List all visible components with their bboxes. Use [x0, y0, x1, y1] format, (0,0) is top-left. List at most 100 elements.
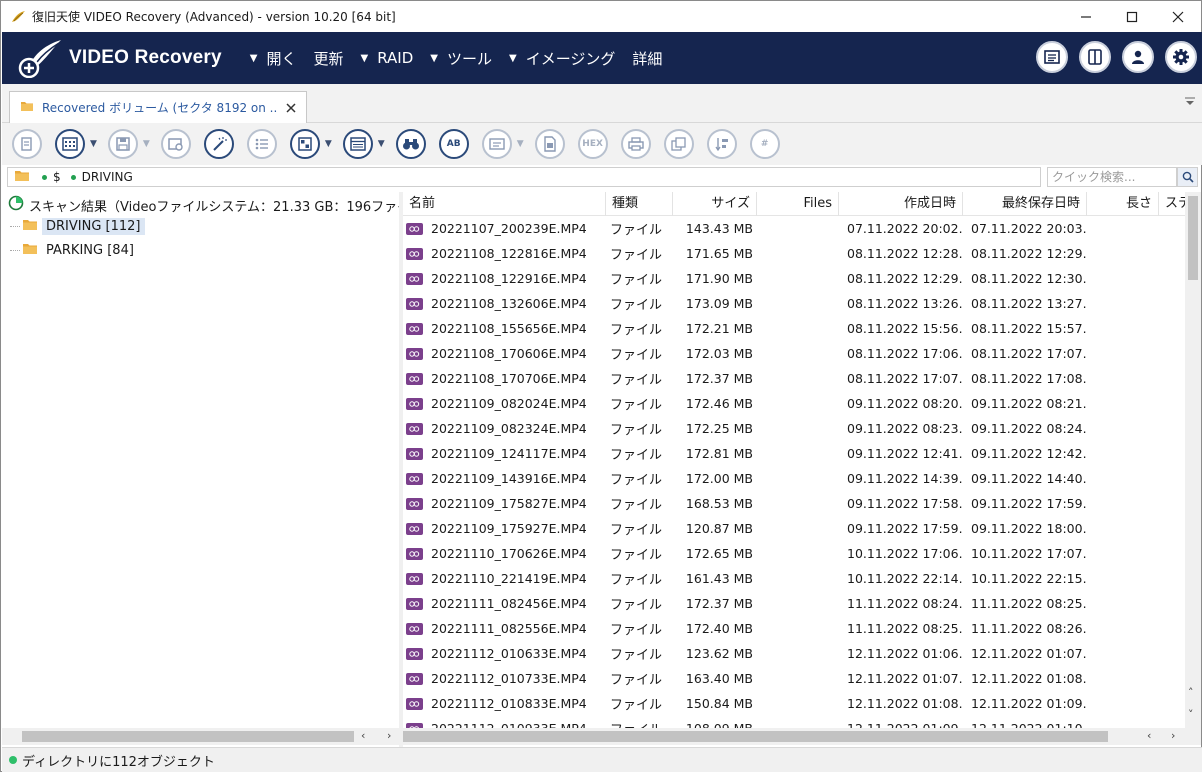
file-size: 143.43 MB [685, 221, 753, 236]
file-name-cell: 20221108_170606E.MP4 [403, 346, 606, 361]
quick-search-input[interactable]: クイック検索... [1047, 167, 1177, 187]
column-header-modified[interactable]: 最終保存日時 [963, 192, 1087, 216]
tree-item-parking[interactable]: PARKING [84] [10, 242, 138, 259]
file-name-cell: 20221109_175927E.MP4 [403, 521, 606, 536]
search-icon[interactable] [1177, 167, 1198, 187]
list-view-icon[interactable] [246, 129, 277, 159]
maximize-button[interactable] [1109, 1, 1155, 32]
hash-icon[interactable]: # [749, 129, 780, 159]
file-type: ファイル [610, 523, 663, 538]
table-row[interactable]: 20221108_132606E.MP4 ファイル 173.09 MB 08.11.2… [403, 291, 1185, 316]
column-header-status[interactable]: ステ [1159, 192, 1185, 216]
column-header-name[interactable]: 名前 [403, 192, 606, 216]
calendar-grid-icon[interactable] [55, 129, 85, 159]
menu-raid[interactable]: ▼ RAID [361, 49, 414, 67]
scroll-up-arrow-icon[interactable]: ˄ [1188, 686, 1194, 699]
menu-imaging-label: イメージング [525, 49, 616, 68]
chevron-down-icon[interactable]: ▼ [378, 139, 385, 149]
table-row[interactable]: 20221110_170626E.MP4 ファイル 172.65 MB 10.11.2… [403, 541, 1185, 566]
properties-icon[interactable] [12, 129, 42, 159]
tree-root-scan-results[interactable]: スキャン結果（Videoファイルシステム：21.33 GB：196ファイル） [8, 195, 436, 215]
path-segment-driving[interactable]: DRIVING [82, 170, 133, 184]
scrollbar-thumb[interactable] [1188, 196, 1198, 280]
table-row[interactable]: 20221112_010833E.MP4 ファイル 150.84 MB 12.11.2… [403, 691, 1185, 716]
panel-view-icon[interactable] [342, 129, 373, 159]
save-icon[interactable] [107, 129, 138, 159]
tab-close-icon[interactable] [286, 99, 296, 117]
table-row[interactable]: 20221110_221419E.MP4 ファイル 161.43 MB 10.11.2… [403, 566, 1185, 591]
panel-layout-icon[interactable] [1079, 41, 1111, 73]
menu-refresh[interactable]: 更新 [313, 48, 343, 69]
file-name: 20221112_010633E.MP4 [431, 646, 587, 661]
table-row[interactable]: 20221109_175927E.MP4 ファイル 120.87 MB 09.11.2… [403, 516, 1185, 541]
chevron-down-icon[interactable]: ▼ [143, 139, 150, 149]
table-row[interactable]: 20221109_175827E.MP4 ファイル 168.53 MB 09.11.2… [403, 491, 1185, 516]
file-modified: 09.11.2022 08:24... [971, 421, 1087, 436]
chevron-down-icon[interactable]: ▼ [90, 139, 97, 149]
table-row[interactable]: 20221112_010733E.MP4 ファイル 163.40 MB 12.11.2… [403, 666, 1185, 691]
column-header-created[interactable]: 作成日時 [839, 192, 963, 216]
scroll-right-arrow-icon[interactable]: › [1171, 729, 1175, 742]
video-file-icon [406, 422, 423, 435]
scroll-down-arrow-icon[interactable]: ˅ [1188, 708, 1194, 721]
table-row[interactable]: 20221112_010933E.MP4 ファイル108.09 MB 12.11.2… [403, 716, 1185, 728]
file-preview-icon[interactable] [534, 129, 565, 159]
table-row[interactable]: 20221111_082456E.MP4 ファイル 172.37 MB 11.11.2… [403, 591, 1185, 616]
table-row[interactable]: 20221109_082024E.MP4 ファイル 172.46 MB 09.11.2… [403, 391, 1185, 416]
menu-tools[interactable]: ▼ ツール [430, 48, 492, 69]
thumbnail-grid-icon[interactable] [289, 129, 320, 159]
copy-files-icon[interactable] [663, 129, 694, 159]
table-row[interactable]: 20221109_082324E.MP4 ファイル 172.25 MB 09.11.2… [403, 416, 1185, 441]
menu-imaging[interactable]: ▼ イメージング [509, 48, 615, 69]
card-view-icon[interactable] [481, 129, 512, 159]
table-row[interactable]: 20221112_010633E.MP4 ファイル 123.62 MB 12.11.2… [403, 641, 1185, 666]
tab-list-menu-icon[interactable] [1184, 96, 1196, 109]
menu-details[interactable]: 詳細 [632, 48, 662, 69]
column-header-size[interactable]: サイズ [673, 192, 757, 216]
table-row[interactable]: 20221108_122916E.MP4 ファイル 171.90 MB 08.11.2… [403, 266, 1185, 291]
column-header-type[interactable]: 種類 [606, 192, 673, 216]
table-row[interactable]: 20221109_143916E.MP4 ファイル 172.00 MB 09.11.2… [403, 466, 1185, 491]
scrollbar-thumb[interactable] [403, 731, 1108, 742]
path-bar[interactable]: $ DRIVING [7, 167, 1041, 187]
news-icon[interactable] [1036, 41, 1068, 73]
sort-icon[interactable] [706, 129, 737, 159]
tree-item-driving[interactable]: DRIVING [112] [10, 218, 145, 235]
chevron-down-icon[interactable]: ▼ [325, 139, 332, 149]
column-header-files[interactable]: Files [757, 192, 839, 216]
minimize-button[interactable] [1063, 1, 1109, 32]
settings-gear-icon[interactable] [1165, 41, 1197, 73]
chevron-down-icon[interactable]: ▼ [517, 139, 524, 149]
tree-horizontal-scrollbar[interactable]: ‹ › [2, 728, 399, 745]
save-disk-image-icon[interactable] [160, 129, 191, 159]
table-row[interactable]: 20221108_170706E.MP4 ファイル 172.37 MB 08.11.2… [403, 366, 1185, 391]
table-row[interactable]: 20221108_122816E.MP4 ファイル 171.65 MB 08.11.2… [403, 241, 1185, 266]
find-text-icon[interactable]: AB [438, 129, 469, 159]
table-row[interactable]: 20221108_155656E.MP4 ファイル 172.21 MB 08.11.2… [403, 316, 1185, 341]
scroll-right-arrow-icon[interactable]: › [387, 729, 391, 742]
scroll-left-arrow-icon[interactable]: ‹ [361, 729, 365, 742]
column-header-length[interactable]: 長さ [1087, 192, 1159, 216]
file-list-vertical-scrollbar[interactable]: ˄ ˅ [1185, 192, 1201, 728]
scrollbar-thumb[interactable] [22, 731, 354, 742]
path-segment-root[interactable]: $ [53, 170, 61, 184]
tab-recovered-volume[interactable]: Recovered ボリューム (セクタ 8192 on ... [9, 91, 307, 123]
tree-item-label: DRIVING [112] [42, 218, 145, 235]
binoculars-search-icon[interactable] [395, 129, 426, 159]
file-created: 08.11.2022 13:26... [847, 296, 963, 311]
table-row[interactable]: 20221108_170606E.MP4 ファイル 172.03 MB 08.11.2… [403, 341, 1185, 366]
print-icon[interactable] [620, 129, 651, 159]
tree-item-name: DRIVING [46, 219, 102, 234]
menu-open[interactable]: ▼ 開く [250, 48, 297, 69]
file-list-horizontal-scrollbar[interactable]: ‹ › [403, 728, 1201, 745]
table-row[interactable]: 20221107_200239E.MP4 ファイル 143.43 MB 07.11.2… [403, 216, 1185, 241]
hex-view-icon[interactable]: HEX [577, 129, 608, 159]
file-name-cell: 20221109_143916E.MP4 [403, 471, 606, 486]
scroll-left-arrow-icon[interactable]: ‹ [1147, 729, 1151, 742]
table-row[interactable]: 20221109_124117E.MP4 ファイル 172.81 MB 09.11.2… [403, 441, 1185, 466]
user-icon[interactable] [1122, 41, 1154, 73]
table-row[interactable]: 20221111_082556E.MP4 ファイル 172.40 MB 11.11.2… [403, 616, 1185, 641]
close-window-button[interactable] [1155, 1, 1201, 32]
magic-wand-icon[interactable] [203, 129, 234, 159]
file-name-cell: 20221107_200239E.MP4 [403, 221, 606, 236]
